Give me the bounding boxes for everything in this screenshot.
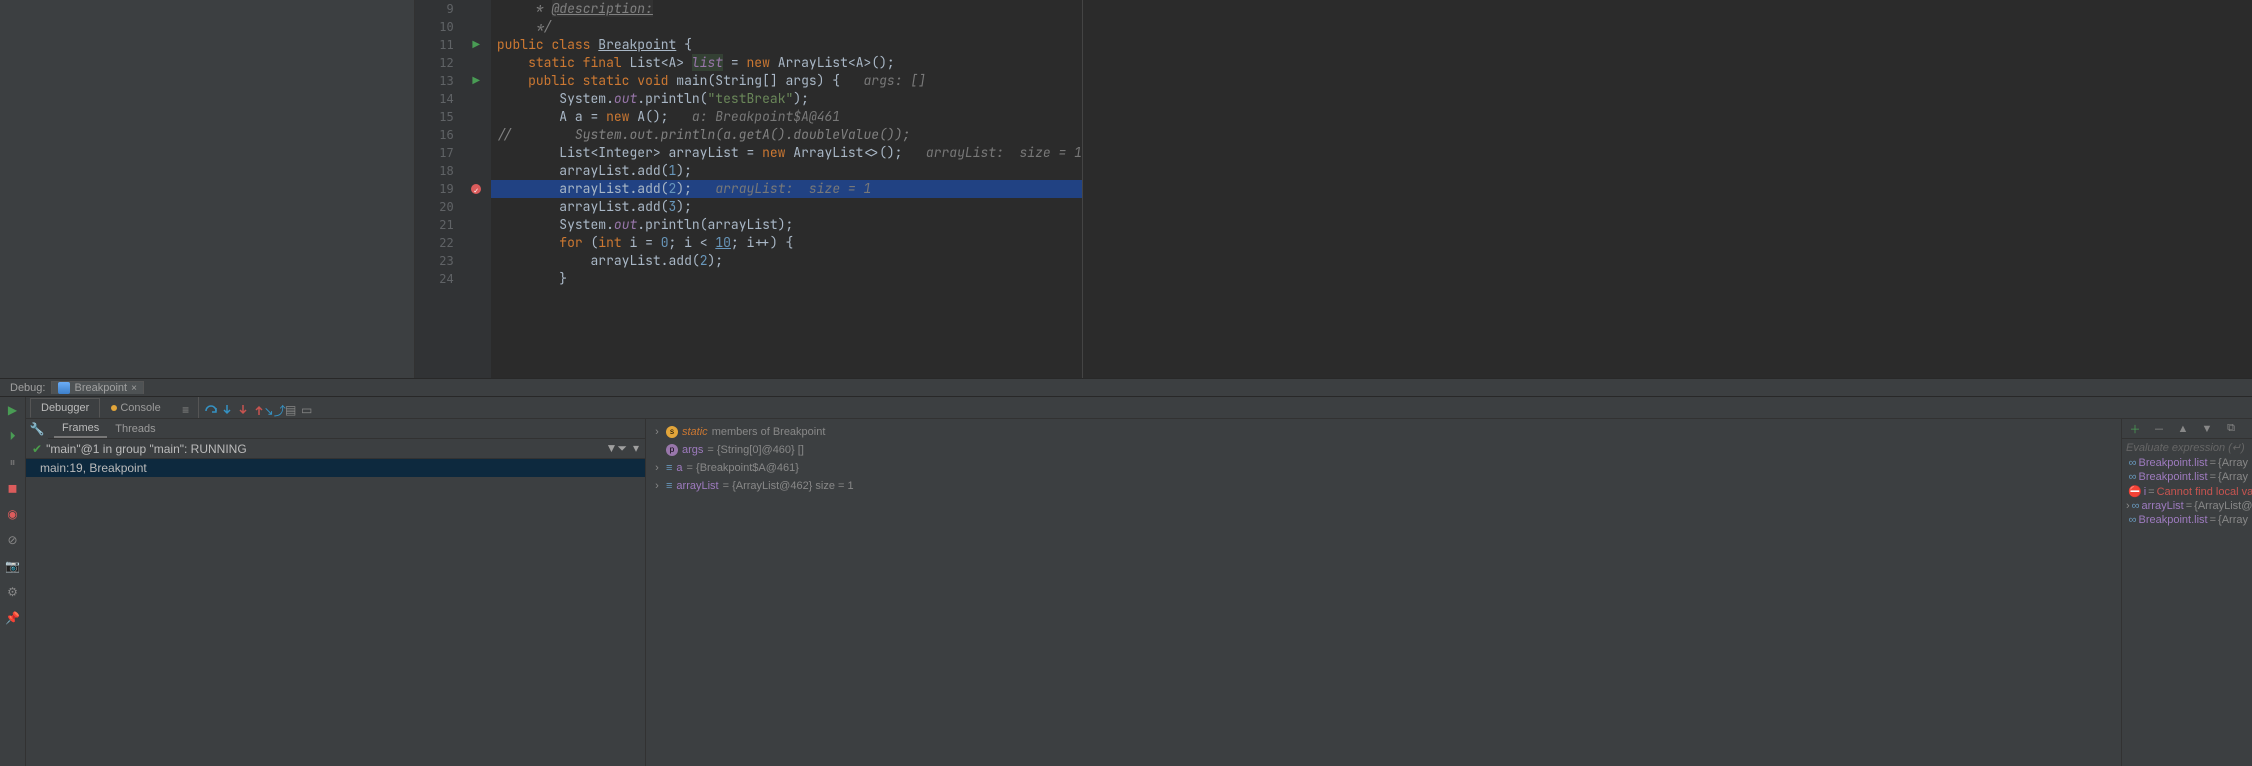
- breakpoint-icon[interactable]: [471, 184, 481, 194]
- editor-gutter[interactable]: 9101112131415161718192021222324: [415, 0, 461, 378]
- code-line[interactable]: arrayList.add(1);: [491, 162, 1082, 180]
- evaluate-expression-input[interactable]: Evaluate expression (↵): [2122, 439, 2252, 456]
- expand-icon[interactable]: ›: [652, 477, 662, 495]
- expand-icon[interactable]: ›: [652, 459, 662, 477]
- run-gutter-icon[interactable]: ▶: [472, 36, 480, 54]
- step-over-button[interactable]: [203, 402, 219, 418]
- code-line[interactable]: * @description:: [491, 0, 1082, 18]
- tab-threads[interactable]: Threads: [107, 421, 163, 437]
- watch-row[interactable]: ∞Breakpoint.list = {Array: [2122, 470, 2252, 484]
- move-down-button[interactable]: ▼: [2198, 420, 2216, 438]
- tab-debugger[interactable]: Debugger: [30, 398, 100, 418]
- variables-static-row[interactable]: › s static members of Breakpoint: [652, 423, 2115, 441]
- watch-row[interactable]: ∞Breakpoint.list = {Array: [2122, 513, 2252, 527]
- remove-watch-button[interactable]: －: [2150, 420, 2168, 438]
- frames-threads-tabs: Frames Threads: [48, 419, 645, 439]
- variables-a-row[interactable]: › ≡ a = {Breakpoint$A@461}: [652, 459, 2115, 477]
- run-config-icon: [58, 382, 70, 394]
- code-line[interactable]: A a = new A(); a: Breakpoint$A@461: [491, 108, 1082, 126]
- expand-icon[interactable]: ›: [2126, 500, 2130, 512]
- rerun-button[interactable]: ▶: [4, 401, 22, 419]
- dropdown-icon[interactable]: ▾: [633, 441, 639, 456]
- param-icon: p: [666, 444, 678, 456]
- code-line[interactable]: List<Integer> arrayList = new ArrayList<…: [491, 144, 1082, 162]
- code-line[interactable]: static final List<A> list = new ArrayLis…: [491, 54, 1082, 72]
- frames-list[interactable]: main:19, Breakpoint: [26, 459, 645, 477]
- force-step-into-button[interactable]: [235, 402, 251, 418]
- watch-row[interactable]: ⛔i = Cannot find local va: [2122, 484, 2252, 499]
- code-line[interactable]: // System.out.println(a.getA().doubleVal…: [491, 126, 1082, 144]
- code-line[interactable]: */: [491, 18, 1082, 36]
- thread-selector-label: "main"@1 in group "main": RUNNING: [46, 442, 247, 456]
- get-thread-dump-button[interactable]: 📷: [4, 557, 22, 575]
- step-into-button[interactable]: [219, 402, 235, 418]
- code-line[interactable]: System.out.println(arrayList);: [491, 216, 1082, 234]
- expand-icon[interactable]: ›: [652, 423, 662, 441]
- settings-button[interactable]: ⚙: [4, 583, 22, 601]
- debug-panel: ▶ ⏵ ⏸ ◼ ◉ ⊘ 📷 ⚙ 📌 Debugger Console ≡: [0, 396, 2252, 766]
- evaluate-expression-button[interactable]: ▭: [299, 402, 315, 418]
- frames-pane: 🔧 Frames Threads ✔ "main"@1 in group "ma…: [26, 419, 646, 766]
- pause-button[interactable]: ⏸: [4, 453, 22, 471]
- link-icon: ∞: [2129, 457, 2137, 469]
- stop-button[interactable]: ◼: [4, 479, 22, 497]
- pin-button[interactable]: 📌: [4, 609, 22, 627]
- filter-icon[interactable]: ▼⏷: [605, 441, 626, 456]
- code-line[interactable]: public static void main(String[] args) {…: [491, 72, 1082, 90]
- editor-area: 9101112131415161718192021222324 ▶▶ * @de…: [0, 0, 2252, 378]
- editor-left-panel-placeholder: [0, 0, 415, 378]
- static-icon: s: [666, 426, 678, 438]
- variables-args-row[interactable]: p args = {String[0]@460} []: [652, 441, 2115, 459]
- watch-row[interactable]: ›∞arrayList = {ArrayList@: [2122, 499, 2252, 513]
- error-icon: ⛔: [2128, 485, 2142, 498]
- frame-row[interactable]: main:19, Breakpoint: [26, 459, 645, 477]
- thread-selector[interactable]: ✔ "main"@1 in group "main": RUNNING ▼⏷ ▾: [26, 439, 645, 459]
- thread-running-icon: ✔: [32, 442, 42, 456]
- tab-frames[interactable]: Frames: [54, 420, 107, 438]
- variables-pane[interactable]: › s static members of Breakpoint p args …: [646, 419, 2122, 766]
- code-line[interactable]: arrayList.add(3);: [491, 198, 1082, 216]
- new-watch-button[interactable]: ＋: [2126, 420, 2144, 438]
- variables-arraylist-row[interactable]: › ≡ arrayList = {ArrayList@462} size = 1: [652, 477, 2115, 495]
- code-line[interactable]: System.out.println("testBreak");: [491, 90, 1082, 108]
- console-new-content-dot: [111, 405, 117, 411]
- debug-config-tab-label: Breakpoint: [74, 382, 127, 394]
- debug-config-tab[interactable]: Breakpoint ×: [51, 381, 143, 394]
- debug-label: Debug:: [10, 382, 45, 394]
- code-editor[interactable]: * @description: */public class Breakpoin…: [491, 0, 1082, 378]
- editor-gutter-icons[interactable]: ▶▶: [462, 0, 491, 378]
- watches-list[interactable]: ∞Breakpoint.list = {Array∞Breakpoint.lis…: [2122, 456, 2252, 527]
- watch-row[interactable]: ∞Breakpoint.list = {Array: [2122, 456, 2252, 470]
- resume-button[interactable]: ⏵: [4, 427, 22, 445]
- debug-sidebar: ▶ ⏵ ⏸ ◼ ◉ ⊘ 📷 ⚙ 📌: [0, 397, 26, 766]
- debug-tabs: Debugger Console ≡ ↘⤴ ▤ ▭: [26, 397, 2252, 419]
- link-icon: ∞: [2129, 514, 2137, 526]
- threads-view-icon[interactable]: ≡: [178, 402, 194, 418]
- code-line[interactable]: arrayList.add(2); arrayList: size = 1: [491, 180, 1082, 198]
- move-up-button[interactable]: ▲: [2174, 420, 2192, 438]
- link-icon: ∞: [2132, 500, 2140, 512]
- link-icon: ∞: [2129, 471, 2137, 483]
- debug-toolwindow-header: Debug: Breakpoint ×: [0, 378, 2252, 396]
- restore-layout-button[interactable]: 🔧: [26, 420, 48, 438]
- code-line[interactable]: arrayList.add(2);: [491, 252, 1082, 270]
- code-line[interactable]: public class Breakpoint {: [491, 36, 1082, 54]
- duplicate-watch-button[interactable]: ⧉: [2222, 420, 2240, 438]
- view-breakpoints-button[interactable]: ◉: [4, 505, 22, 523]
- watches-pane: ＋ － ▲ ▼ ⧉ Evaluate expression (↵) ∞Break…: [2122, 419, 2252, 766]
- code-line[interactable]: }: [491, 270, 1082, 288]
- close-icon[interactable]: ×: [131, 383, 137, 394]
- code-line[interactable]: for (int i = 0; i < 10; i++) {: [491, 234, 1082, 252]
- run-gutter-icon[interactable]: ▶: [472, 72, 480, 90]
- run-to-cursor-button[interactable]: ▤: [283, 402, 299, 418]
- tab-console[interactable]: Console: [100, 398, 171, 418]
- mute-breakpoints-button[interactable]: ⊘: [4, 531, 22, 549]
- drop-frame-button[interactable]: ↘⤴: [267, 402, 283, 418]
- editor-right-margin: [1082, 0, 2252, 378]
